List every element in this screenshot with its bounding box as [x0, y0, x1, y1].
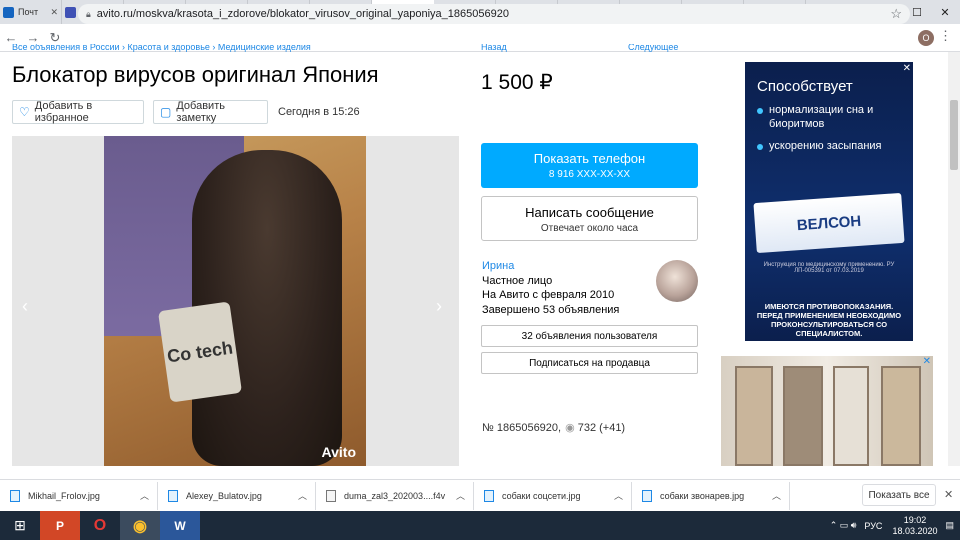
ad-item: нормализации сна и биоритмов	[757, 103, 913, 131]
windows-taskbar: ⊞ P O ◉ W	[0, 511, 960, 540]
write-message-label: Написать сообщение	[525, 205, 654, 220]
file-icon	[326, 489, 336, 502]
clock-date: 18.03.2020	[892, 525, 938, 536]
tab-favicon-icon	[65, 6, 76, 18]
door-image	[881, 366, 921, 466]
add-note-button[interactable]: ▢ Добавить заметку	[153, 100, 268, 124]
add-note-label: Добавить заметку	[176, 100, 225, 124]
powerpoint-icon[interactable]: P	[40, 511, 80, 540]
eye-icon: ◉	[565, 422, 575, 434]
download-filename: собаки звонарев.jpg	[660, 490, 745, 501]
download-item[interactable]: duma_zal3_202003....f4v ︿	[316, 481, 474, 510]
download-filename: Mikhail_Frolov.jpg	[28, 490, 100, 501]
seller-type: Частное лицо	[482, 274, 553, 287]
tab-favicon-icon	[3, 6, 14, 18]
file-icon	[10, 489, 20, 502]
chevron-up-icon[interactable]: ︿	[456, 489, 465, 502]
chevron-up-icon[interactable]: ︿	[140, 489, 149, 502]
chevron-up-icon[interactable]: ︿	[772, 489, 781, 502]
url-text: avito.ru/moskva/krasota_i_zdorove/blokat…	[96, 8, 509, 20]
close-ad-icon[interactable]: ✕	[923, 356, 931, 367]
subscribe-button[interactable]: Подписаться на продавца	[481, 352, 698, 374]
door-image	[833, 366, 869, 466]
download-filename: Alexey_Bulatov.jpg	[186, 490, 262, 501]
nav-back-link[interactable]: Назад	[481, 44, 507, 52]
chevron-up-icon[interactable]: ︿	[298, 489, 307, 502]
word-icon[interactable]: W	[160, 511, 200, 540]
seller-done: Завершено 53 объявления	[482, 303, 620, 316]
windows-start-icon[interactable]: ⊞	[0, 511, 40, 540]
download-filename: собаки соцсети.jpg	[502, 490, 581, 501]
clock[interactable]: 19:02 18.03.2020	[892, 515, 937, 537]
nav-next-link[interactable]: Следующее	[628, 44, 678, 52]
tab-label: Почт	[18, 7, 39, 17]
gallery-prev-icon[interactable]: ‹	[22, 296, 28, 317]
file-icon	[642, 489, 652, 502]
profile-avatar[interactable]: O	[918, 30, 934, 46]
views-count: 732 (+41)	[577, 422, 626, 434]
show-phone-button[interactable]: Показать телефон 8 916 XXX-XX-XX	[481, 143, 698, 188]
chrome-icon[interactable]: ◉	[120, 511, 160, 540]
clock-time: 19:02	[903, 514, 927, 525]
gallery-next-icon[interactable]: ›	[436, 296, 442, 317]
door-image	[783, 366, 823, 466]
lock-icon: 🔒︎	[86, 8, 91, 19]
breadcrumb[interactable]: Все объявления в России › Красота и здор…	[12, 44, 352, 52]
reply-time: Отвечает около часа	[540, 223, 639, 234]
seller-name[interactable]: Ирина	[482, 259, 619, 274]
ad-warning: ИМЕЮТСЯ ПРОТИВОПОКАЗАНИЯ. ПЕРЕД ПРИМЕНЕН…	[756, 302, 902, 338]
ad-item: ускорению засыпания	[757, 139, 913, 153]
heart-icon: ♡	[19, 105, 30, 119]
download-item[interactable]: собаки соцсети.jpg ︿	[474, 481, 632, 510]
close-window-button[interactable]: ✕	[930, 0, 960, 24]
tab-close-icon[interactable]: ✕	[50, 7, 58, 18]
ad-heading: Способствует	[757, 78, 853, 95]
show-phone-label: Показать телефон	[533, 151, 646, 166]
photo-gallery[interactable]: Co tech Avito ‹ ›	[12, 136, 459, 466]
seller-info: Ирина Частное лицо На Авито с февраля 20…	[482, 259, 619, 317]
opera-icon[interactable]: O	[80, 511, 120, 540]
page-title: Блокатор вирусов оригинал Япония	[12, 62, 379, 87]
download-item[interactable]: Mikhail_Frolov.jpg ︿	[0, 481, 158, 510]
phone-mask: 8 916 XXX-XX-XX	[548, 169, 631, 180]
avito-watermark: Avito	[321, 444, 356, 460]
system-tray: ⌃ ▭ 🔊︎ РУС 19:02 18.03.2020 ▤	[830, 511, 954, 540]
user-ads-button[interactable]: 32 объявления пользователя	[481, 325, 698, 347]
ad-fine-print: Инструкция по медицинскому применению. Р…	[763, 262, 895, 274]
posted-date: Сегодня в 15:26	[278, 106, 360, 118]
menu-icon[interactable]: ⋮	[939, 28, 952, 44]
download-filename: duma_zal3_202003....f4v	[344, 490, 446, 501]
price: 1 500 ₽	[481, 71, 553, 94]
show-all-downloads-button[interactable]: Показать все	[862, 484, 936, 506]
door-image	[735, 366, 773, 466]
notifications-icon[interactable]: ▤	[945, 520, 954, 531]
write-message-button[interactable]: Написать сообщение Отвечает около часа	[481, 196, 698, 241]
note-icon: ▢	[160, 105, 172, 119]
doors-advert[interactable]: ✕	[721, 356, 933, 466]
bookmark-star-icon[interactable]: ☆	[890, 6, 902, 22]
add-favorite-label: Добавить в избранное	[34, 100, 93, 124]
download-item[interactable]: собаки звонарев.jpg ︿	[632, 481, 790, 510]
ad-product: ВЕЛСОН	[753, 192, 905, 254]
tray-icons[interactable]: ⌃ ▭ 🔊︎	[830, 520, 857, 531]
download-item[interactable]: Alexey_Bulatov.jpg ︿	[158, 481, 316, 510]
downloads-bar: Mikhail_Frolov.jpg ︿ Alexey_Bulatov.jpg ︿ …	[0, 479, 960, 511]
listing-photo: Co tech Avito	[104, 136, 366, 466]
file-icon	[168, 489, 178, 502]
chevron-up-icon[interactable]: ︿	[614, 489, 623, 502]
seller-since: На Авито с февраля 2010	[482, 289, 615, 301]
seller-avatar[interactable]	[656, 260, 698, 302]
ad-number: № 1865056920,	[482, 422, 562, 434]
url-bar[interactable]: 🔒︎ avito.ru/moskva/krasota_i_zdorove/blo…	[78, 4, 910, 24]
photo-tag: Co tech	[157, 301, 243, 403]
close-downloads-icon[interactable]: ✕	[944, 488, 953, 501]
file-icon	[484, 489, 494, 502]
language-indicator[interactable]: РУС	[864, 521, 882, 531]
ad-stats: № 1865056920, ◉ 732 (+41)	[482, 421, 625, 434]
scrollbar-thumb[interactable]	[950, 100, 958, 170]
advert-banner[interactable]: ✕ Способствует нормализации сна и биорит…	[745, 62, 913, 341]
close-ad-icon[interactable]: ✕	[903, 63, 911, 74]
add-favorite-button[interactable]: ♡ Добавить в избранное	[12, 100, 144, 124]
browser-tab[interactable]: Почт ✕	[0, 0, 62, 24]
